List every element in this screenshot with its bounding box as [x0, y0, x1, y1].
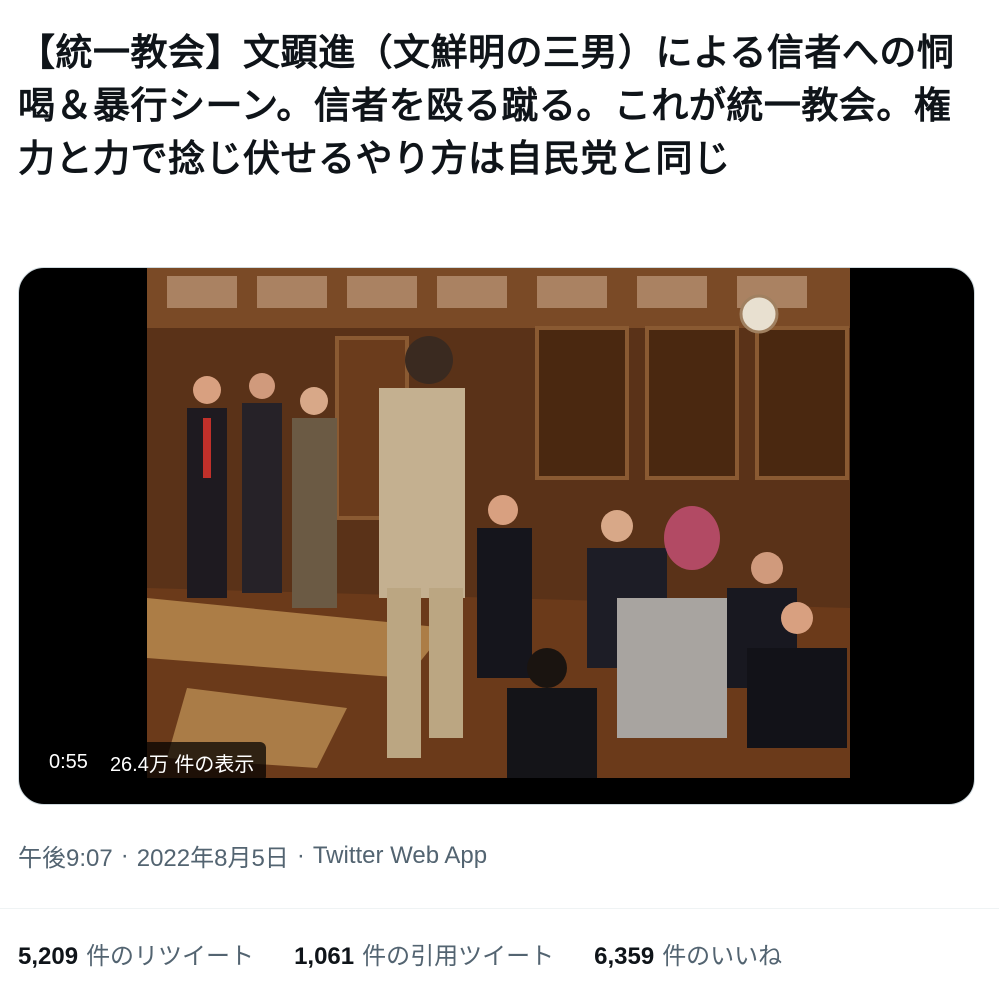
tweet-stats: 5,209 件のリツイート 1,061 件の引用ツイート 6,359 件のいいね — [18, 936, 782, 971]
tweet-time[interactable]: 午後9:07 — [18, 838, 113, 873]
video-duration: 0:55 — [49, 750, 88, 773]
likes-count: 6,359 — [594, 943, 655, 970]
divider — [0, 908, 999, 909]
retweets-label: 件のリツイート — [86, 943, 255, 970]
tweet-metadata: 午後9:07 · 2022年8月5日 · Twitter Web App — [18, 838, 487, 873]
video-thumbnail[interactable] — [147, 268, 850, 778]
tweet-source[interactable]: Twitter Web App — [313, 842, 487, 870]
video-view-count: 26.4万 件の表示 — [109, 753, 255, 776]
quote-tweets-label: 件の引用ツイート — [362, 943, 555, 970]
video-frame-image — [147, 268, 850, 778]
tweet-text: 【統一教会】文顕進（文鮮明の三男）による信者への恫喝＆暴行シーン。信者を殴る蹴る… — [18, 31, 955, 180]
likes-label: 件のいいね — [662, 943, 783, 970]
retweets-stat[interactable]: 5,209 件のリツイート — [18, 936, 254, 971]
quote-tweets-count: 1,061 — [294, 943, 355, 970]
video-info-overlay: 0:55 26.4万 件の表示 — [37, 742, 267, 782]
tweet-date[interactable]: 2022年8月5日 — [137, 838, 289, 873]
separator: · — [120, 841, 129, 869]
retweets-count: 5,209 — [18, 943, 79, 970]
tweet-detail-view: 【統一教会】文顕進（文鮮明の三男）による信者への恫喝＆暴行シーン。信者を殴る蹴る… — [0, 0, 999, 1000]
likes-stat[interactable]: 6,359 件のいいね — [594, 936, 782, 971]
separator: · — [296, 841, 305, 869]
video-player[interactable]: 0:55 26.4万 件の表示 — [18, 267, 975, 805]
quote-tweets-stat[interactable]: 1,061 件の引用ツイート — [294, 936, 554, 971]
